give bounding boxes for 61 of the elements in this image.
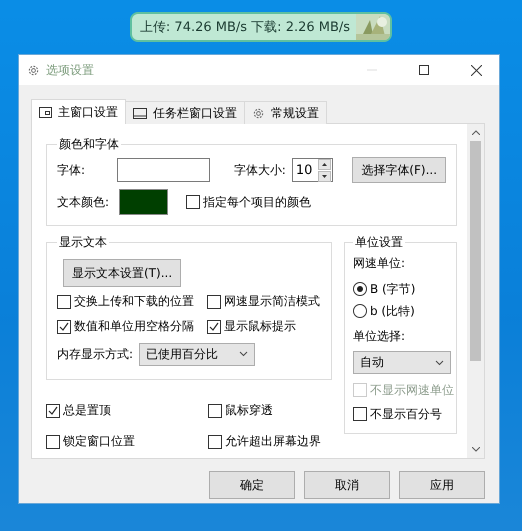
dialog-button[interactable]: 应用	[399, 471, 485, 499]
checkbox-label: 鼠标穿透	[225, 402, 273, 419]
unit-select[interactable]: 自动	[353, 351, 451, 374]
group-title: 单位设置	[354, 234, 404, 251]
choose-font-button[interactable]: 选择字体(F)...	[352, 157, 446, 183]
dialog-button[interactable]: 取消	[304, 471, 390, 499]
window-title: 选项设置	[46, 62, 95, 78]
display-text-settings-button[interactable]: 显示文本设置(T)...	[63, 259, 182, 287]
font-size-spinner[interactable]: 10	[292, 158, 333, 182]
scroll-down-icon	[472, 447, 480, 452]
scroll-up-icon	[472, 130, 480, 135]
radio-label: b (比特)	[370, 302, 415, 320]
dialog-button[interactable]: 确定	[209, 471, 295, 499]
gear-icon	[27, 64, 40, 76]
tab[interactable]: 任务栏窗口设置	[125, 101, 245, 124]
unit-select-label: 单位选择:	[353, 328, 406, 345]
checkbox[interactable]	[207, 320, 221, 334]
checkbox[interactable]	[57, 320, 71, 334]
radio-label: B (字节)	[370, 280, 416, 298]
font-size-label: 字体大小:	[234, 162, 286, 178]
chevron-down-icon	[239, 351, 248, 357]
radio-button[interactable]	[353, 304, 367, 318]
checkbox-label: 数值和单位用空格分隔	[74, 318, 194, 335]
group-title: 显示文本	[58, 234, 108, 251]
checkbox[interactable]	[207, 294, 221, 308]
checkbox[interactable]	[208, 404, 222, 418]
scrollbar[interactable]	[467, 124, 484, 458]
checkbox-label: 交换上传和下载的位置	[74, 293, 194, 310]
maximize-icon	[419, 65, 429, 75]
gear-icon	[252, 106, 265, 120]
memory-display-label: 内存显示方式:	[57, 346, 134, 362]
window-icon	[39, 106, 52, 118]
speed-unit-label: 网速单位:	[353, 255, 406, 272]
radio-button[interactable]	[353, 282, 367, 296]
memory-display-select[interactable]: 已使用百分比	[139, 342, 256, 366]
tab[interactable]: 常规设置	[244, 101, 327, 124]
checkbox-label: 允许超出屏幕边界	[225, 433, 321, 450]
color-swatch[interactable]	[119, 189, 168, 215]
checkbox-label: 显示鼠标提示	[224, 318, 296, 335]
text-color-label: 文本颜色:	[57, 194, 110, 210]
checkbox[interactable]	[353, 407, 367, 421]
minimize-icon	[367, 69, 377, 71]
checkbox-label: 网速显示简洁模式	[224, 293, 320, 310]
checkbox-label: 指定每个项目的颜色	[203, 194, 311, 210]
checkbox[interactable]	[186, 195, 200, 209]
checkbox-label: 不显示网速单位	[370, 382, 454, 398]
checkbox[interactable]	[46, 404, 60, 418]
chevron-down-icon	[435, 360, 444, 366]
checkbox-label: 不显示百分号	[370, 406, 442, 422]
checkbox[interactable]	[208, 434, 222, 448]
font-label: 字体:	[57, 162, 86, 178]
checkbox-label: 锁定窗口位置	[63, 433, 135, 450]
tab[interactable]: 主窗口设置	[31, 99, 126, 124]
taskbar-icon	[133, 108, 147, 118]
group-title: 颜色和字体	[58, 136, 120, 153]
close-icon	[470, 64, 482, 76]
font-field[interactable]	[117, 158, 210, 182]
checkbox-label: 总是置顶	[63, 402, 111, 419]
checkbox[interactable]	[46, 434, 60, 448]
speed-text: 上传: 74.26 MB/s 下载: 2.26 MB/s	[140, 19, 350, 36]
checkbox[interactable]	[57, 294, 71, 308]
